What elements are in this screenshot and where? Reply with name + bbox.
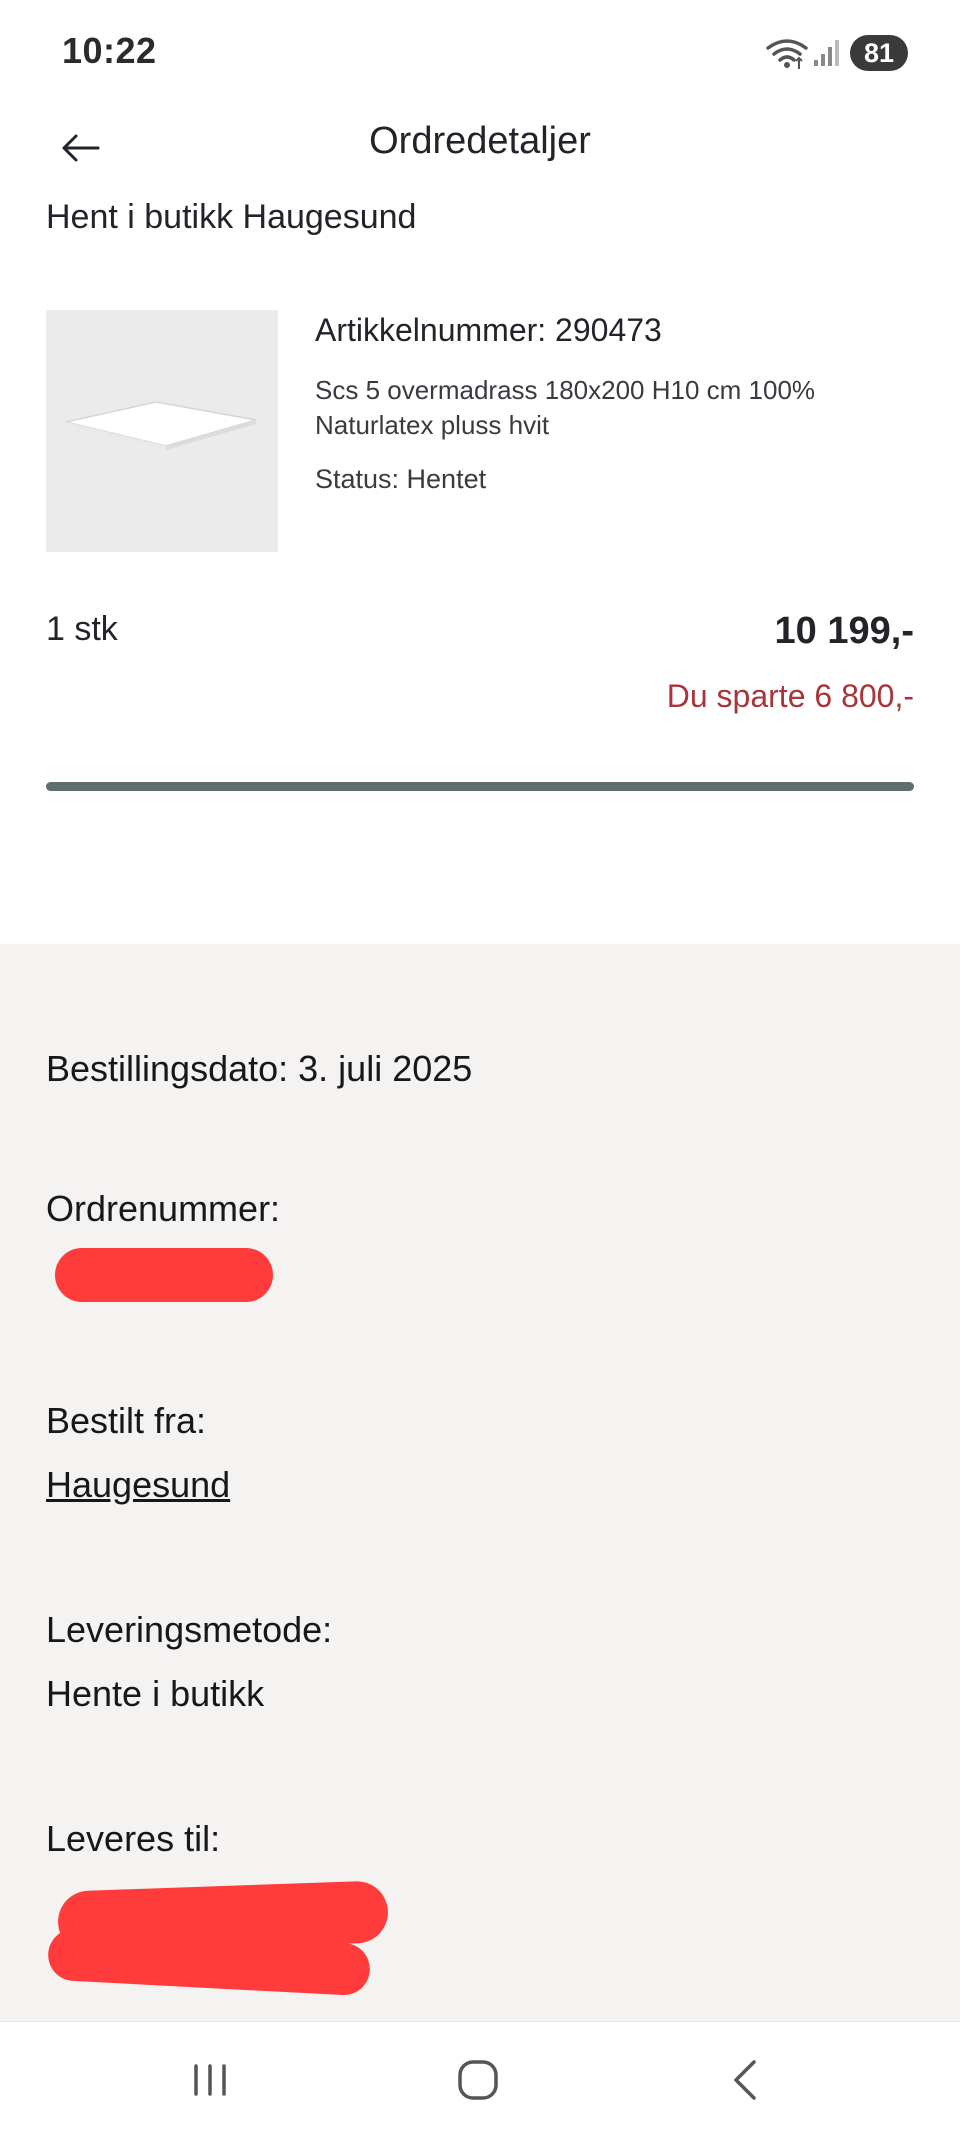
- status-time: 10:22: [62, 30, 157, 71]
- order-progress-bar: [46, 782, 914, 791]
- delivered-to-label: Leveres til:: [46, 1818, 221, 1859]
- pickup-heading: Hent i butikk Haugesund: [46, 198, 417, 236]
- page-title: Ordredetaljer: [369, 120, 591, 162]
- order-date-row: Bestillingsdato: 3. juli 2025: [46, 1048, 472, 1090]
- order-info-section: Bestillingsdato: 3. juli 2025 Ordrenumme…: [0, 944, 960, 2021]
- delivery-method-label: Leveringsmetode:: [46, 1609, 333, 1650]
- wifi-icon: [766, 39, 808, 69]
- order-number-label: Ordrenummer:: [46, 1188, 281, 1229]
- order-status: Status: Hentet: [315, 464, 487, 494]
- system-nav-bar: [0, 2021, 960, 2134]
- article-number: Artikkelnummer: 290473: [315, 312, 662, 348]
- product-description: Scs 5 overmadrass 180x200 H10 cm 100% Na…: [315, 375, 816, 440]
- ordered-from-label: Bestilt fra:: [46, 1400, 207, 1441]
- ordered-from-link[interactable]: Haugesund: [46, 1464, 230, 1506]
- savings-text: Du sparte 6 800,-: [666, 678, 914, 714]
- home-icon[interactable]: [448, 2052, 508, 2108]
- price: 10 199,-: [774, 610, 914, 652]
- signal-icon: [814, 40, 839, 66]
- app-header: Ordredetaljer: [0, 104, 960, 200]
- order-date-value: 3. juli 2025: [298, 1048, 473, 1089]
- recent-apps-icon[interactable]: [180, 2052, 240, 2108]
- redacted-order-number: [55, 1248, 273, 1302]
- battery-indicator: 81: [850, 35, 908, 71]
- back-nav-icon[interactable]: [716, 2052, 776, 2108]
- mattress-topper-image: [65, 401, 257, 450]
- progress-fill: [46, 782, 914, 791]
- product-image[interactable]: [46, 310, 278, 552]
- order-date-label: Bestillingsdato:: [46, 1048, 289, 1089]
- delivery-method-value: Hente i butikk: [46, 1673, 265, 1714]
- quantity: 1 stk: [46, 610, 118, 648]
- status-bar: 10:22 81: [0, 0, 960, 104]
